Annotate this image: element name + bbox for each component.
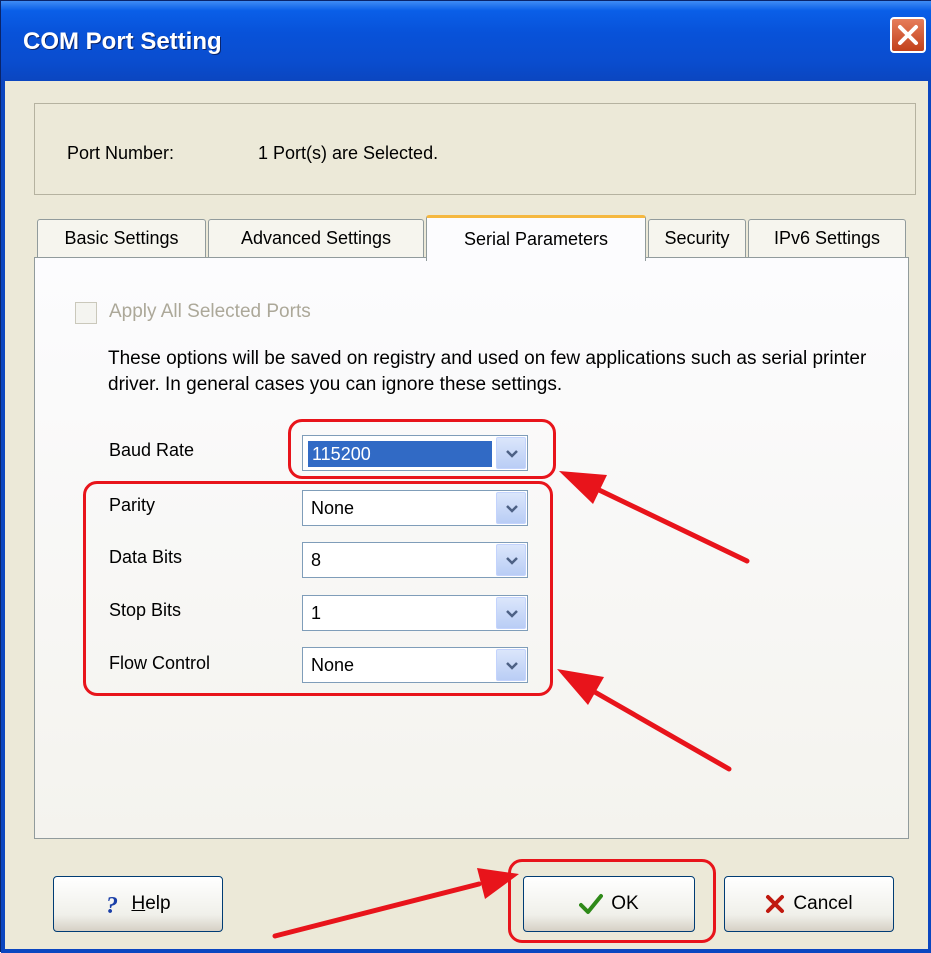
- apply-all-label: Apply All Selected Ports: [109, 301, 311, 322]
- chevron-down-icon: [506, 557, 518, 565]
- tab-advanced-settings[interactable]: Advanced Settings: [208, 219, 424, 257]
- cancel-label: Cancel: [793, 893, 853, 914]
- data-bits-label: Data Bits: [109, 547, 183, 567]
- data-bits-value: 8: [311, 550, 322, 570]
- tab-basic-settings[interactable]: Basic Settings: [37, 219, 206, 257]
- chevron-down-icon: [506, 662, 518, 670]
- data-bits-select[interactable]: 8: [302, 542, 528, 578]
- data-bits-dropdown-button[interactable]: [496, 544, 526, 576]
- close-button[interactable]: [890, 17, 926, 53]
- com-port-setting-dialog: COM Port Setting Port Number: 1 Port(s) …: [0, 0, 931, 953]
- parity-label: Parity: [109, 495, 156, 515]
- help-label: elp: [145, 893, 171, 914]
- title-bar[interactable]: COM Port Setting: [1, 1, 931, 81]
- close-icon: [898, 25, 918, 45]
- parity-value: None: [311, 498, 355, 518]
- stop-bits-dropdown-button[interactable]: [496, 597, 526, 629]
- chevron-down-icon: [506, 450, 518, 458]
- checkmark-icon: [579, 893, 604, 915]
- tab-serial-parameters[interactable]: Serial Parameters: [426, 215, 646, 261]
- stop-bits-label: Stop Bits: [109, 600, 182, 620]
- baud-rate-value: 115200: [308, 441, 492, 467]
- help-accel: H: [131, 893, 146, 914]
- stop-bits-select[interactable]: 1: [302, 595, 528, 631]
- tab-security[interactable]: Security: [648, 219, 746, 257]
- tab-ipv6-settings[interactable]: IPv6 Settings: [748, 219, 906, 257]
- x-icon: [765, 894, 785, 914]
- baud-rate-dropdown-button[interactable]: [496, 437, 526, 469]
- chevron-down-icon: [506, 505, 518, 513]
- ok-button[interactable]: OK: [523, 876, 695, 932]
- help-button[interactable]: ? Help: [53, 876, 223, 932]
- port-number-label: Port Number:: [67, 143, 175, 163]
- baud-rate-label: Baud Rate: [109, 440, 195, 460]
- arrow-to-ok: [272, 868, 519, 939]
- cancel-button[interactable]: Cancel: [724, 876, 894, 932]
- apply-all-checkbox[interactable]: [75, 302, 97, 324]
- window-title: COM Port Setting: [23, 28, 222, 55]
- parity-select[interactable]: None: [302, 490, 528, 526]
- baud-rate-select[interactable]: 115200: [302, 435, 528, 471]
- panel-description: These options will be saved on registry …: [108, 348, 867, 395]
- flow-control-select[interactable]: None: [302, 647, 528, 683]
- flow-control-dropdown-button[interactable]: [496, 649, 526, 681]
- flow-control-label: Flow Control: [109, 653, 211, 673]
- question-mark-icon: ?: [105, 892, 123, 916]
- parity-dropdown-button[interactable]: [496, 492, 526, 524]
- stop-bits-value: 1: [311, 603, 322, 623]
- port-number-value: 1 Port(s) are Selected.: [258, 143, 439, 163]
- chevron-down-icon: [506, 610, 518, 618]
- svg-text:?: ?: [106, 893, 118, 916]
- flow-control-value: None: [311, 655, 355, 675]
- ok-label: OK: [611, 893, 639, 914]
